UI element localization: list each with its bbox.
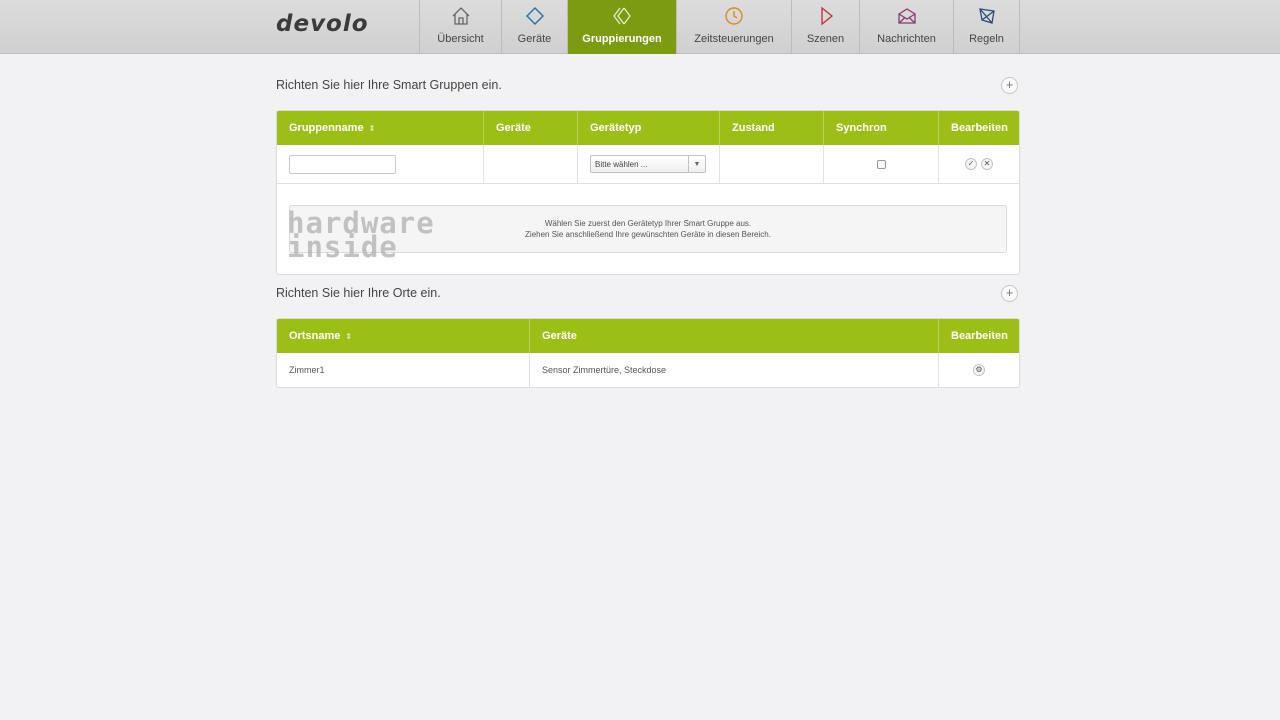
group-name-input[interactable]: [289, 154, 396, 174]
nav-label: Regeln: [969, 33, 1004, 45]
sort-icon[interactable]: ⇕: [345, 332, 352, 341]
new-group-row: Bitte wählen ... ▼ ✓ ✕: [277, 145, 1019, 184]
nav-gruppierungen[interactable]: Gruppierungen: [567, 0, 676, 54]
group-state-cell: [720, 145, 824, 183]
nav-zeitsteuerungen[interactable]: Zeitsteuerungen: [676, 0, 791, 54]
column-label: Ortsname: [289, 330, 341, 342]
table-row: Zimmer1 Sensor Zimmertüre, Steckdose ⚙: [277, 353, 1019, 387]
clock-icon: [725, 7, 743, 25]
diamond-icon: [525, 7, 544, 25]
column-geraete: Geräte: [484, 111, 578, 145]
place-name: Zimmer1: [277, 353, 530, 387]
nav-label: Geräte: [517, 33, 552, 45]
nav-label: Gruppierungen: [582, 33, 662, 45]
edit-cell: ✓ ✕: [939, 145, 1019, 183]
chevron-down-icon[interactable]: ▼: [688, 156, 705, 172]
device-type-cell: Bitte wählen ... ▼: [578, 145, 720, 183]
group-devices-cell: [484, 145, 578, 183]
cancel-icon[interactable]: ✕: [981, 158, 993, 170]
column-synchron: Synchron: [824, 111, 939, 145]
column-geraetetyp: Gerätetyp: [578, 111, 720, 145]
column-gruppenname[interactable]: Gruppenname ⇕: [277, 111, 484, 145]
place-edit-cell: ⚙: [939, 353, 1019, 387]
places-table: Ortsname ⇕ Geräte Bearbeiten Zimmer1 Sen…: [276, 318, 1020, 388]
settings-gear-icon[interactable]: ⚙: [973, 364, 985, 376]
device-type-select[interactable]: Bitte wählen ... ▼: [590, 155, 706, 173]
nav-nachrichten[interactable]: Nachrichten: [859, 0, 953, 54]
add-group-button[interactable]: +: [1001, 77, 1018, 94]
top-navigation-bar: devolo Übersicht Geräte Gruppierungen Ze…: [0, 0, 1280, 54]
rules-icon: [978, 8, 995, 24]
main-nav: Übersicht Geräte Gruppierungen Zeitsteue…: [419, 0, 1020, 54]
column-ortsname[interactable]: Ortsname ⇕: [277, 319, 530, 353]
nav-geraete[interactable]: Geräte: [501, 0, 567, 54]
column-bearbeiten: Bearbeiten: [951, 330, 1008, 342]
select-value: Bitte wählen ...: [595, 159, 648, 169]
home-icon: [452, 7, 469, 25]
nav-regeln[interactable]: Regeln: [953, 0, 1020, 54]
group-name-cell: [277, 145, 484, 183]
column-geraete: Geräte: [530, 319, 939, 353]
group-icon: [613, 7, 631, 25]
devolo-logo[interactable]: devolo: [276, 11, 369, 37]
groups-table-header: Gruppenname ⇕ Geräte Gerätetyp Zustand S…: [277, 111, 1019, 145]
play-icon: [820, 6, 833, 26]
sort-icon[interactable]: ⇕: [369, 124, 376, 133]
envelope-icon: [897, 8, 916, 24]
nav-label: Übersicht: [437, 33, 484, 45]
place-devices: Sensor Zimmertüre, Steckdose: [530, 353, 939, 387]
groups-section-title: Richten Sie hier Ihre Smart Gruppen ein.: [276, 78, 502, 92]
confirm-icon[interactable]: ✓: [965, 158, 977, 170]
places-table-header: Ortsname ⇕ Geräte Bearbeiten: [277, 319, 1019, 353]
column-zustand: Zustand: [720, 111, 824, 145]
nav-label: Zeitsteuerungen: [694, 33, 774, 45]
hardware-inside-watermark: hardware inside: [287, 209, 435, 262]
nav-szenen[interactable]: Szenen: [791, 0, 859, 54]
column-bearbeiten: Bearbeiten: [951, 122, 1008, 134]
nav-label: Szenen: [806, 33, 845, 45]
sync-checkbox[interactable]: [876, 159, 886, 169]
column-label: Gruppenname: [289, 122, 364, 134]
nav-uebersicht[interactable]: Übersicht: [419, 0, 501, 54]
add-place-button[interactable]: +: [1001, 285, 1018, 302]
sync-cell: [824, 145, 939, 183]
places-section-title: Richten Sie hier Ihre Orte ein.: [276, 286, 441, 300]
nav-label: Nachrichten: [877, 33, 936, 45]
groups-table: Gruppenname ⇕ Geräte Gerätetyp Zustand S…: [276, 110, 1020, 275]
